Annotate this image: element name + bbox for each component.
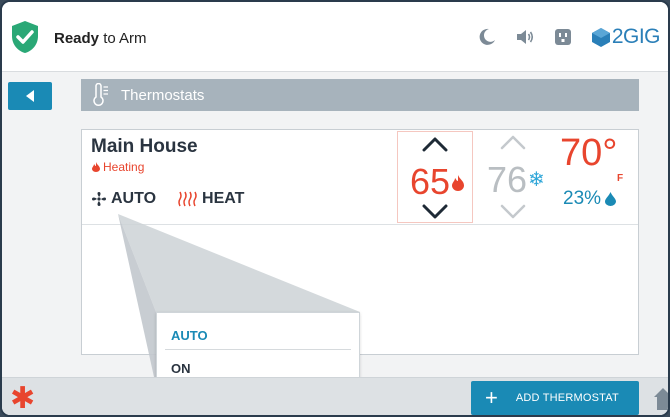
- thermostats-header: Thermostats: [81, 79, 639, 111]
- add-thermostat-label: ADD THERMOSTAT: [515, 392, 619, 404]
- humidity-value: 23%: [563, 188, 602, 209]
- add-thermostat-button[interactable]: + ADD THERMOSTAT: [471, 381, 639, 415]
- shield-check-icon[interactable]: [10, 20, 40, 54]
- arm-status-text[interactable]: Ready to Arm: [54, 30, 147, 47]
- snowflake-icon: ❄: [528, 169, 545, 191]
- heat-decrease-button[interactable]: [422, 204, 448, 220]
- humidity-reading: 23%: [563, 188, 617, 210]
- bottom-bar: ✱ + ADD THERMOSTAT: [2, 377, 670, 415]
- panel-screen: Ready to Arm 2GIG Thermostats Main House…: [0, 0, 670, 417]
- volume-icon[interactable]: [514, 26, 536, 48]
- heat-setpoint-value: 65: [410, 161, 451, 202]
- brand-cube-icon: [591, 28, 610, 47]
- system-mode-button[interactable]: HEAT: [178, 190, 244, 208]
- power-outlet-icon[interactable]: [552, 26, 574, 48]
- heat-waves-icon: [178, 191, 197, 207]
- cool-setpoint-value: 76: [487, 159, 528, 200]
- dropdown-option-auto[interactable]: AUTO: [171, 328, 355, 343]
- cool-setpoint: 76 ❄: [487, 159, 545, 201]
- brand-text: 2GIG: [611, 25, 661, 48]
- arm-status-bold: Ready: [54, 30, 100, 47]
- page-title: Thermostats: [121, 86, 205, 104]
- thermostat-state-label: Heating: [103, 160, 145, 174]
- water-drop-icon: [605, 192, 617, 206]
- fan-icon: [92, 192, 106, 206]
- status-bar: Ready to Arm 2GIG: [2, 2, 668, 72]
- moon-icon[interactable]: [476, 26, 498, 48]
- plus-icon: +: [485, 385, 498, 410]
- home-icon[interactable]: [654, 386, 670, 412]
- thermostat-state: Heating: [92, 160, 144, 174]
- top-icons: 2GIG: [460, 22, 661, 52]
- emergency-asterisk-icon[interactable]: ✱: [10, 384, 35, 414]
- heat-flame-icon: [452, 175, 465, 191]
- back-button[interactable]: [8, 82, 52, 110]
- fan-mode-label: AUTO: [111, 190, 157, 207]
- temperature-unit: F: [617, 173, 624, 184]
- flame-icon: [92, 162, 100, 172]
- cool-increase-button[interactable]: [500, 134, 526, 150]
- arm-status-rest: to Arm: [99, 30, 147, 47]
- heat-setpoint-box: 65: [397, 131, 473, 223]
- thermometer-icon: [93, 83, 108, 106]
- current-temperature: 70°: [560, 132, 618, 174]
- mode-row: AUTO HEAT: [91, 190, 266, 208]
- system-mode-label: HEAT: [202, 190, 245, 207]
- card-divider: [82, 224, 638, 225]
- heat-increase-button[interactable]: [422, 136, 448, 152]
- back-arrow-icon: [26, 90, 34, 102]
- dropdown-option-on[interactable]: ON: [171, 361, 355, 376]
- brand-logo: 2GIG: [590, 25, 661, 49]
- heat-setpoint: 65: [410, 161, 465, 203]
- cool-decrease-button[interactable]: [500, 204, 526, 220]
- dropdown-divider: [165, 349, 351, 350]
- fan-mode-dropdown: AUTO ON: [156, 312, 360, 386]
- thermostat-name[interactable]: Main House: [91, 136, 198, 158]
- fan-mode-button[interactable]: AUTO: [91, 190, 156, 208]
